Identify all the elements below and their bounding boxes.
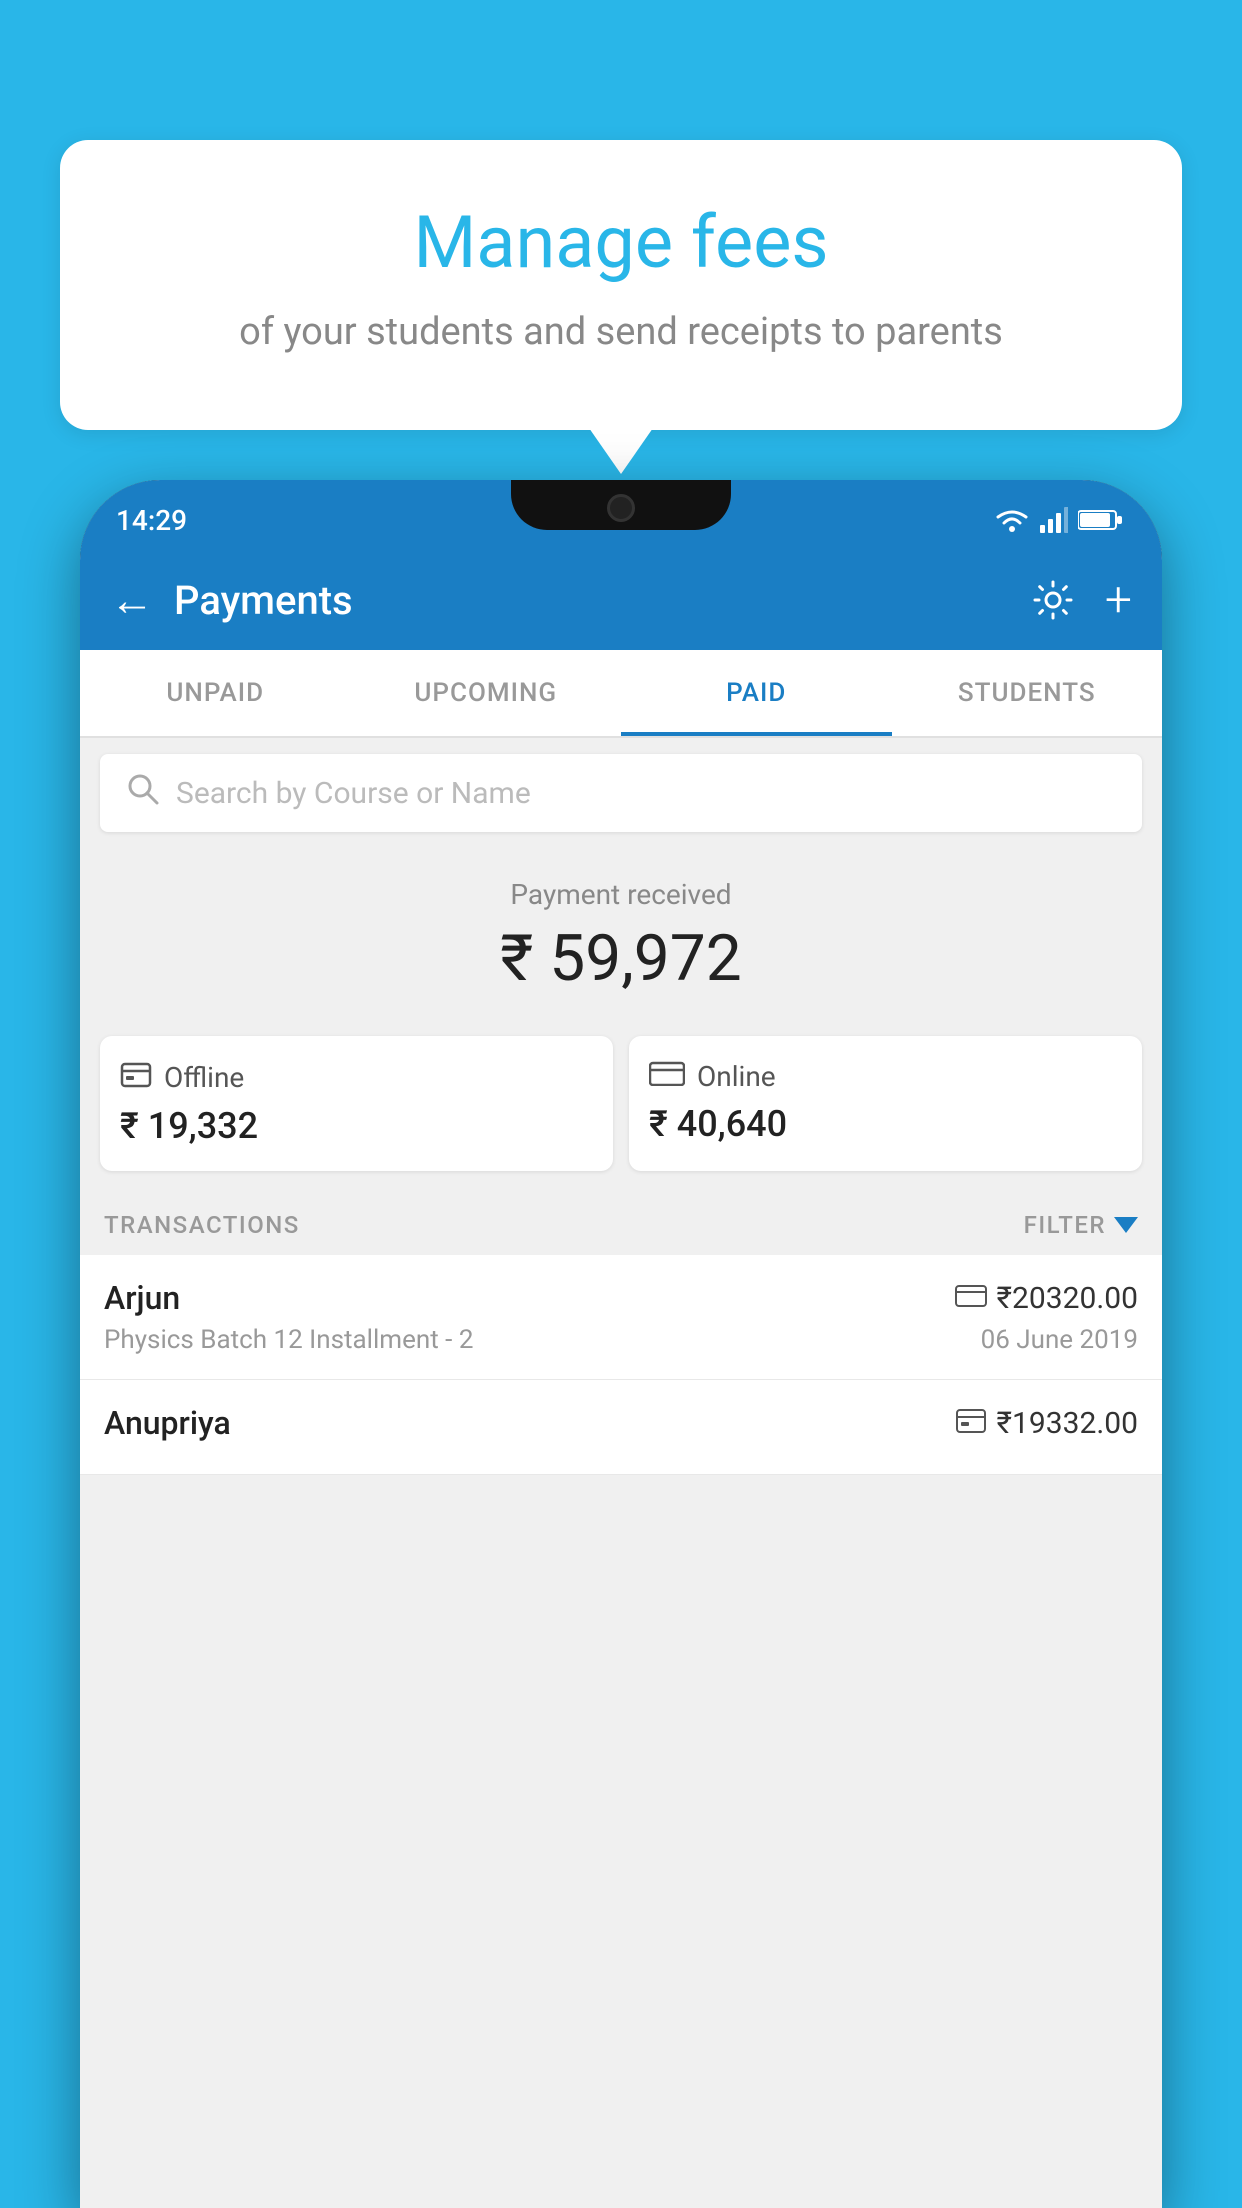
transaction-row-arjun[interactable]: Arjun ₹20320.00 Physics Batch 12 Install… xyxy=(80,1255,1162,1380)
settings-icon[interactable] xyxy=(1031,578,1075,622)
back-button[interactable]: ← xyxy=(110,574,154,626)
battery-icon xyxy=(1078,509,1122,531)
add-button[interactable]: + xyxy=(1105,576,1132,624)
offline-payment-card: Offline ₹ 19,332 xyxy=(100,1036,613,1171)
tooltip-title: Manage fees xyxy=(110,200,1132,286)
transaction-row-anupriya[interactable]: Anupriya ₹19332.00 xyxy=(80,1380,1162,1475)
app-bar-actions: + xyxy=(1031,576,1132,624)
phone-frame: 14:29 xyxy=(80,480,1162,2208)
offline-label: Offline xyxy=(164,1061,244,1094)
offline-amount: ₹ 19,332 xyxy=(120,1105,593,1147)
payment-total-amount: ₹ 59,972 xyxy=(100,921,1142,996)
online-card-header: Online xyxy=(649,1060,1122,1093)
search-placeholder: Search by Course or Name xyxy=(176,776,531,811)
tab-students[interactable]: STUDENTS xyxy=(892,650,1163,736)
tab-upcoming[interactable]: UPCOMING xyxy=(351,650,622,736)
filter-text: FILTER xyxy=(1024,1211,1106,1239)
screen-content: Search by Course or Name Payment receive… xyxy=(80,738,1162,2208)
transaction-course-arjun: Physics Batch 12 Installment - 2 xyxy=(104,1325,473,1355)
payment-cards: Offline ₹ 19,332 Online xyxy=(100,1036,1142,1171)
transaction-card-icon-arjun xyxy=(955,1282,987,1315)
app-bar-title: Payments xyxy=(174,577,1031,624)
transaction-name-arjun: Arjun xyxy=(104,1279,180,1317)
tab-bar: UNPAID UPCOMING PAID STUDENTS xyxy=(80,650,1162,738)
transaction-amount-wrap-anupriya: ₹19332.00 xyxy=(955,1406,1138,1441)
tab-paid[interactable]: PAID xyxy=(621,650,892,736)
status-time: 14:29 xyxy=(116,504,187,537)
signal-icon xyxy=(1040,507,1068,533)
tab-unpaid[interactable]: UNPAID xyxy=(80,650,351,736)
transaction-amount-anupriya: ₹19332.00 xyxy=(997,1406,1138,1441)
transaction-name-anupriya: Anupriya xyxy=(104,1404,231,1442)
wifi-icon xyxy=(994,507,1030,533)
search-icon xyxy=(126,772,160,814)
transaction-top-arjun: Arjun ₹20320.00 xyxy=(104,1279,1138,1317)
transaction-amount-wrap-arjun: ₹20320.00 xyxy=(955,1281,1138,1316)
search-bar[interactable]: Search by Course or Name xyxy=(100,754,1142,832)
offline-card-header: Offline xyxy=(120,1060,593,1095)
filter-icon xyxy=(1114,1217,1138,1233)
transaction-amount-arjun: ₹20320.00 xyxy=(997,1281,1138,1316)
tooltip-card: Manage fees of your students and send re… xyxy=(60,140,1182,430)
app-bar: ← Payments + xyxy=(80,550,1162,650)
transactions-label: TRANSACTIONS xyxy=(104,1211,300,1239)
transactions-header: TRANSACTIONS FILTER xyxy=(80,1191,1162,1255)
phone-screen: 14:29 xyxy=(80,480,1162,2208)
tooltip-subtitle: of your students and send receipts to pa… xyxy=(110,306,1132,359)
phone-camera xyxy=(607,494,635,522)
online-label: Online xyxy=(697,1060,776,1093)
phone-notch xyxy=(511,480,731,530)
transaction-top-anupriya: Anupriya ₹19332.00 xyxy=(104,1404,1138,1442)
transaction-bottom-arjun: Physics Batch 12 Installment - 2 06 June… xyxy=(104,1325,1138,1355)
online-amount: ₹ 40,640 xyxy=(649,1103,1122,1145)
filter-button[interactable]: FILTER xyxy=(1024,1211,1138,1239)
payment-received-section: Payment received ₹ 59,972 xyxy=(80,848,1162,1016)
transaction-date-arjun: 06 June 2019 xyxy=(981,1325,1138,1355)
online-icon xyxy=(649,1060,685,1093)
offline-icon xyxy=(120,1060,152,1095)
transaction-offline-icon-anupriya xyxy=(955,1406,987,1441)
online-payment-card: Online ₹ 40,640 xyxy=(629,1036,1142,1171)
status-icons xyxy=(994,507,1122,533)
payment-received-label: Payment received xyxy=(100,878,1142,911)
